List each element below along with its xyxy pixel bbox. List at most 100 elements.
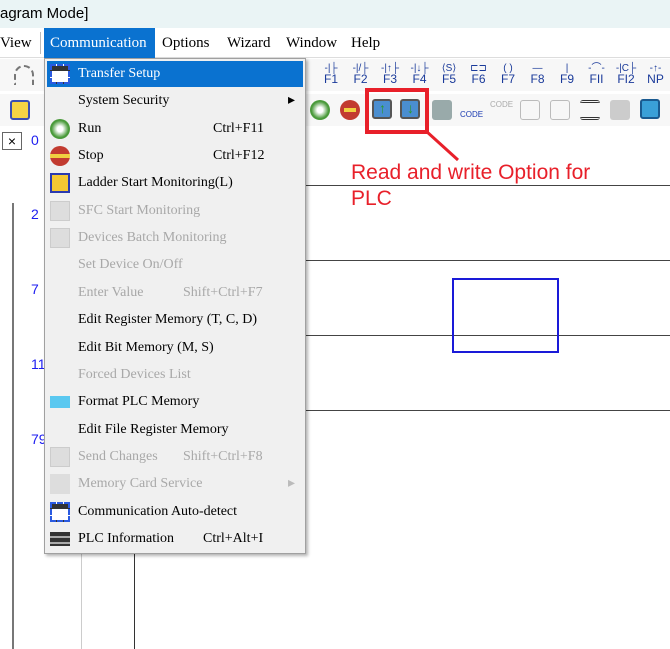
monitor-icon[interactable] xyxy=(640,99,660,119)
fkey-label: NP xyxy=(647,72,664,86)
fkey-label: F2 xyxy=(353,72,368,86)
menu-item-label: Format PLC Memory xyxy=(78,394,200,410)
fkey-button-f3[interactable]: -|↑├ F3 xyxy=(377,63,403,85)
ladder-cursor-box[interactable] xyxy=(452,278,559,353)
stop-icon[interactable] xyxy=(340,100,360,120)
window-icon[interactable] xyxy=(610,100,630,120)
submenu-arrow-icon: ▸ xyxy=(287,476,295,492)
fkey-label: F6 xyxy=(471,72,486,86)
menu-item-send-changes: Send Changes Shift+Ctrl+F8 xyxy=(47,444,303,470)
menu-item-label: Edit File Register Memory xyxy=(78,421,229,437)
format-memory-icon xyxy=(50,396,70,409)
line-number: 2 xyxy=(31,206,39,222)
menu-view[interactable]: View xyxy=(0,28,38,58)
ladder-monitor-icon xyxy=(50,173,70,194)
fkey-button-f9[interactable]: | F9 xyxy=(554,63,580,85)
menu-item-label: Communication Auto-detect xyxy=(78,503,238,519)
menu-item-label: Edit Bit Memory (M, S) xyxy=(78,339,214,355)
menu-item-plc-information[interactable]: PLC Information Ctrl+Alt+I xyxy=(47,526,303,552)
fkey-label: F7 xyxy=(500,72,515,86)
menu-item-shortcut: Ctrl+F12 xyxy=(213,148,265,164)
menu-item-sfc-start-monitoring: SFC Start Monitoring xyxy=(47,198,303,224)
menu-item-forced-devices-list: Forced Devices List xyxy=(47,362,303,388)
submenu-arrow-icon: ▸ xyxy=(287,93,295,109)
ladder-rung xyxy=(300,260,670,261)
menu-item-format-plc-memory[interactable]: Format PLC Memory xyxy=(47,389,303,415)
menu-item-label: Transfer Setup xyxy=(78,66,161,81)
tree-icon[interactable] xyxy=(10,100,30,120)
menu-item-shortcut: Shift+Ctrl+F7 xyxy=(183,284,263,300)
code-remove-icon[interactable]: CODE xyxy=(490,100,513,120)
menu-item-ladder-start-monitoring-l[interactable]: Ladder Start Monitoring(L) xyxy=(47,170,303,196)
fkey-button-f5[interactable]: ⟨S⟩ F5 xyxy=(436,63,462,85)
delete-row-icon[interactable] xyxy=(550,100,570,120)
satellite-icon[interactable] xyxy=(432,100,452,120)
sfc-monitor-icon xyxy=(50,200,70,221)
menu-item-label: Memory Card Service xyxy=(78,476,203,492)
menu-communication[interactable]: Communication xyxy=(44,28,155,58)
menu-item-label: SFC Start Monitoring xyxy=(78,202,201,218)
menu-item-system-security[interactable]: System Security ▸ xyxy=(47,88,303,114)
fkey-label: FII xyxy=(589,72,604,86)
menu-wizard[interactable]: Wizard xyxy=(221,28,277,58)
annotation-line-2: PLC xyxy=(351,187,392,210)
annotation-arrow xyxy=(424,129,460,162)
window-title: agram Mode] xyxy=(0,0,670,28)
auto-detect-icon xyxy=(50,501,70,522)
annotation-line-1: Read and write Option for xyxy=(351,161,591,184)
row-move-icon[interactable] xyxy=(580,100,600,120)
menu-item-label: PLC Information xyxy=(78,530,175,546)
fkey-button-f2[interactable]: -|/├ F2 xyxy=(348,63,374,85)
menu-bar: View Communication Options Wizard Window… xyxy=(0,28,670,58)
pane-scrollbar[interactable] xyxy=(12,203,14,649)
menu-options[interactable]: Options xyxy=(156,28,216,58)
fkey-label: F4 xyxy=(412,72,427,86)
send-changes-icon xyxy=(50,446,70,467)
menu-item-communication-auto-detect[interactable]: Communication Auto-detect xyxy=(47,499,303,525)
batch-monitor-icon xyxy=(50,228,70,249)
menu-item-label: Ladder Start Monitoring(L) xyxy=(78,175,233,191)
menu-item-edit-register-memory-t-c-d[interactable]: Edit Register Memory (T, C, D) xyxy=(47,307,303,333)
menu-item-set-device-on-off: Set Device On/Off xyxy=(47,252,303,278)
fkey-button-fi2[interactable]: -|C├ FI2 xyxy=(613,63,639,85)
fkey-button-f4[interactable]: -|↓├ F4 xyxy=(407,63,433,85)
menu-item-transfer-setup[interactable]: Transfer Setup xyxy=(47,61,303,87)
fkey-button-np[interactable]: -↑- NP xyxy=(643,63,669,85)
menu-item-edit-file-register-memory[interactable]: Edit File Register Memory xyxy=(47,417,303,443)
menu-item-label: Run xyxy=(78,120,102,136)
menu-item-label: Enter Value xyxy=(78,284,144,300)
menu-item-shortcut: Ctrl+F11 xyxy=(213,120,264,136)
menu-item-memory-card-service: Memory Card Service ▸ xyxy=(47,471,303,497)
close-pane-icon[interactable]: × xyxy=(2,132,22,150)
menu-separator xyxy=(40,32,41,54)
menu-item-edit-bit-memory-m-s[interactable]: Edit Bit Memory (M, S) xyxy=(47,335,303,361)
menu-item-run[interactable]: Run Ctrl+F11 xyxy=(47,116,303,142)
menu-item-enter-value: Enter Value Shift+Ctrl+F7 xyxy=(47,280,303,306)
menu-item-stop[interactable]: Stop Ctrl+F12 xyxy=(47,143,303,169)
communication-menu: Transfer Setup System Security ▸ Run Ctrl+F1… xyxy=(44,58,306,554)
fkey-label: F5 xyxy=(441,72,456,86)
fkey-label: F3 xyxy=(382,72,397,86)
fkey-button-fii[interactable]: -⌒- FII xyxy=(584,63,610,85)
run-icon[interactable] xyxy=(310,100,330,120)
menu-item-label: Edit Register Memory (T, C, D) xyxy=(78,312,257,328)
fkey-label: F9 xyxy=(559,72,574,86)
fkey-label: F8 xyxy=(530,72,545,86)
line-number: 0 xyxy=(31,132,39,148)
menu-item-label: Set Device On/Off xyxy=(78,257,183,273)
fkey-button-f1[interactable]: -|├ F1 xyxy=(318,63,344,85)
menu-window[interactable]: Window xyxy=(280,28,343,58)
annotation-text: Read and write Option for PLC xyxy=(351,160,590,212)
fkey-button-f6[interactable]: ⊏⊐ F6 xyxy=(466,63,492,85)
fkey-button-f7[interactable]: ( ) F7 xyxy=(495,63,521,85)
line-number: 7 xyxy=(31,281,39,297)
memory-card-icon xyxy=(50,474,70,495)
code-insert-icon[interactable]: CODE xyxy=(460,100,483,120)
menu-help[interactable]: Help xyxy=(345,28,386,58)
menu-item-label: Forced Devices List xyxy=(78,366,191,382)
insert-row-icon[interactable] xyxy=(520,100,540,120)
transfer-setup-icon xyxy=(50,64,70,84)
menu-item-label: Stop xyxy=(78,148,104,164)
redo-icon[interactable] xyxy=(14,65,34,85)
fkey-button-f8[interactable]: — F8 xyxy=(525,63,551,85)
